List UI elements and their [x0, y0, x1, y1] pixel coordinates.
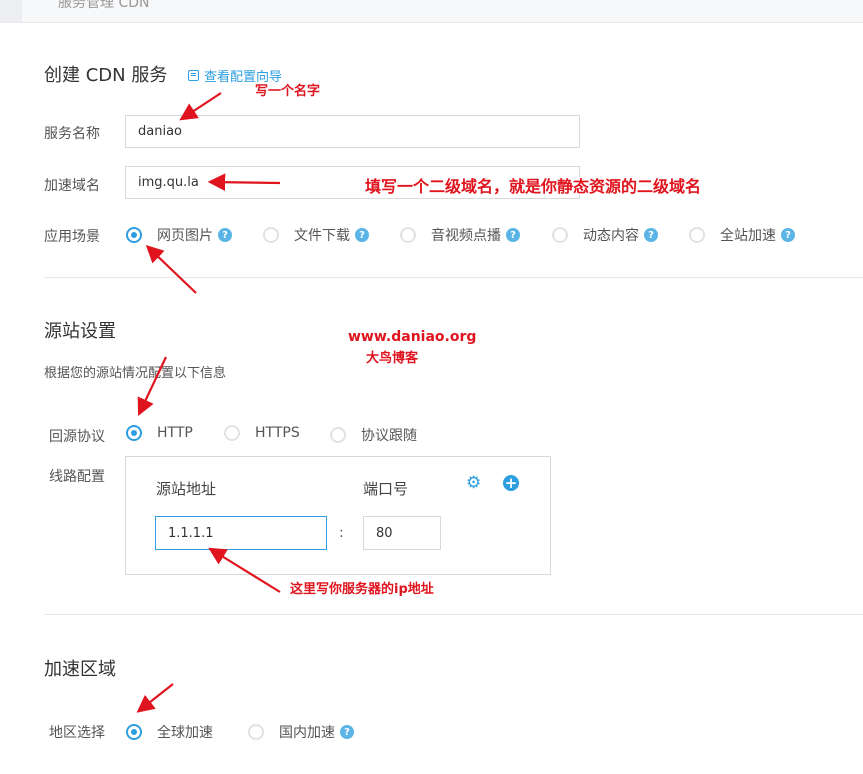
- annotation-arrows: [136, 92, 281, 713]
- arrow-to-address: [208, 547, 281, 593]
- arrow-to-protocol: [137, 356, 167, 416]
- arrow-to-region: [136, 683, 174, 713]
- arrow-to-scenario: [145, 244, 197, 294]
- arrow-to-name: [179, 92, 222, 121]
- arrow-to-domain: [207, 173, 281, 191]
